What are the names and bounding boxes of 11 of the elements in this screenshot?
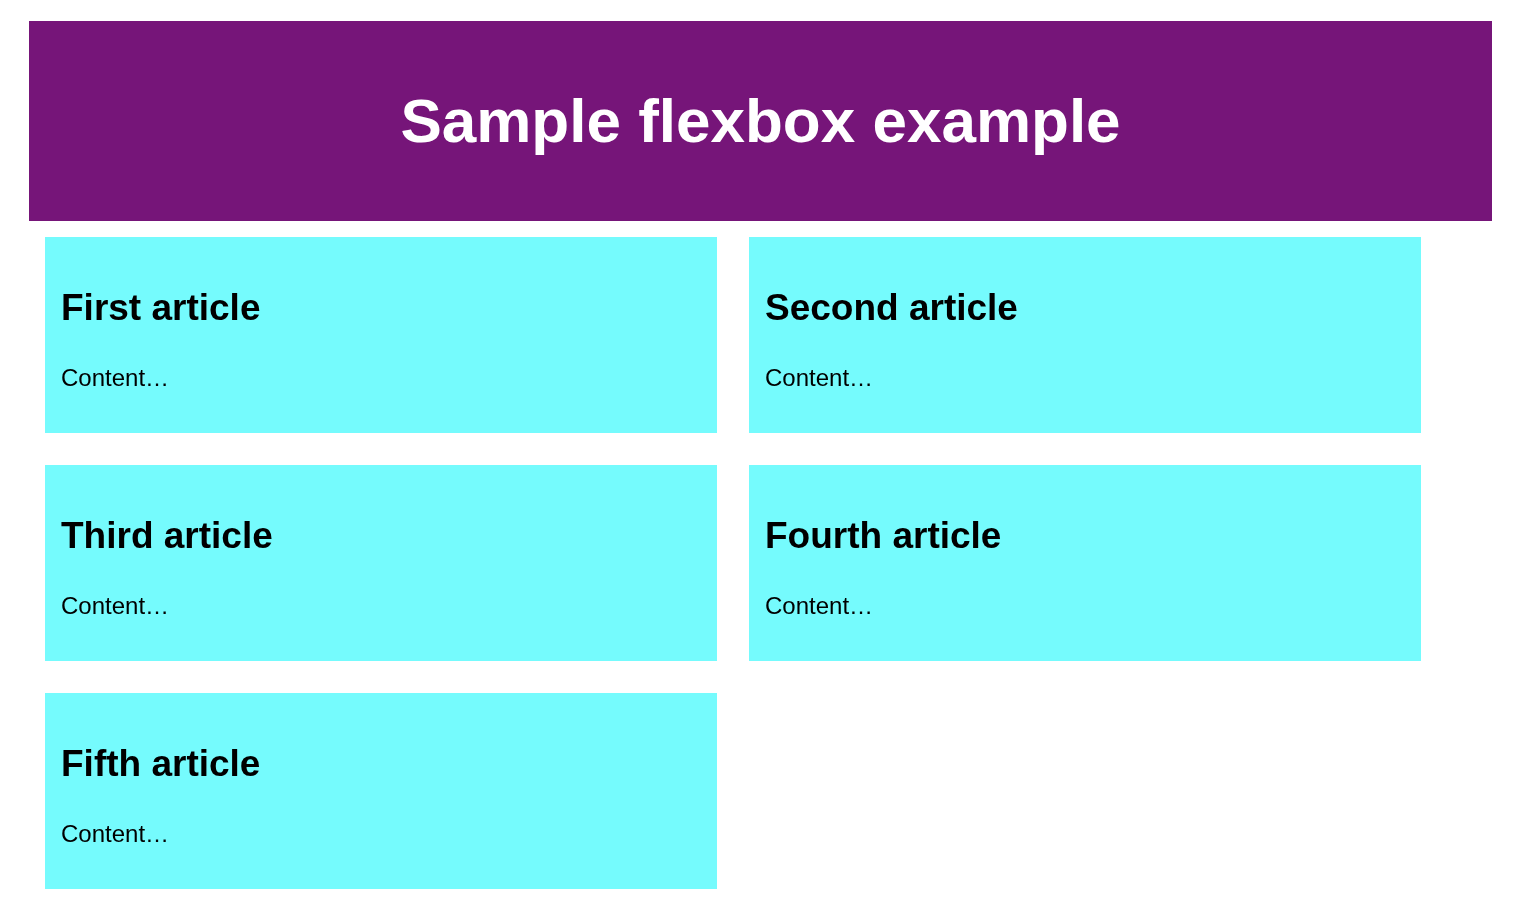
article-content: Content… xyxy=(61,592,171,620)
page-title: Sample flexbox example xyxy=(400,85,1121,157)
article-content: Content… xyxy=(765,592,875,620)
article-content: Content… xyxy=(61,820,171,848)
article-title: Fourth article xyxy=(765,514,1003,558)
article-title: Third article xyxy=(61,514,274,558)
article-title: Fifth article xyxy=(61,742,262,786)
article-title: First article xyxy=(61,286,262,330)
article-title: Second article xyxy=(765,286,1019,330)
article-content: Content… xyxy=(765,364,875,392)
article-content: Content… xyxy=(61,364,171,392)
